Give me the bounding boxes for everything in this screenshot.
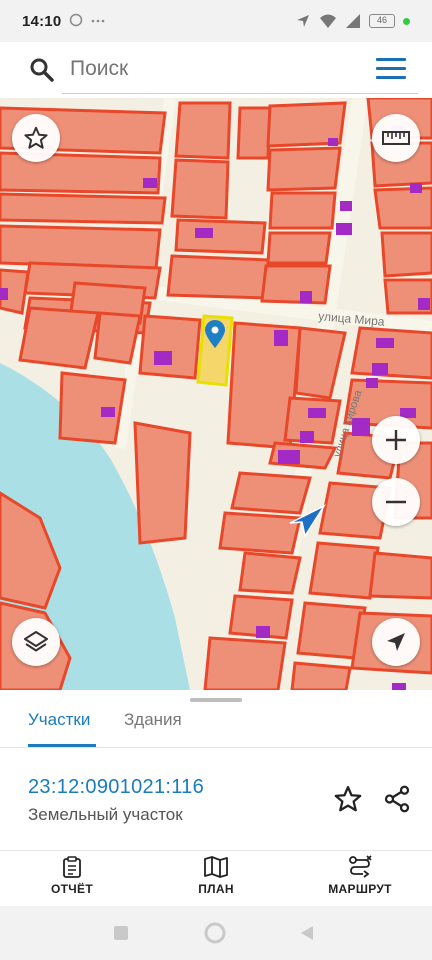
layers-icon [24, 631, 48, 652]
sheet-drag-handle[interactable] [190, 698, 242, 702]
search-icon[interactable] [18, 57, 66, 83]
status-notification-icons [69, 13, 109, 30]
my-location-icon [387, 633, 405, 651]
route-button[interactable]: МАРШРУТ [305, 855, 415, 896]
home-circle-icon[interactable] [203, 921, 227, 950]
parcel-cadastral-number[interactable]: 23:12:0901021:116 [28, 776, 204, 799]
search-input[interactable] [62, 44, 418, 94]
parcel-type: Земельный участок [28, 805, 183, 824]
zoom-in-icon [386, 430, 406, 450]
ruler-icon [382, 131, 410, 145]
report-clipboard-icon [63, 856, 81, 878]
status-right-icons: 46 [295, 13, 410, 29]
cadastral-map[interactable]: улица Мира улица Кирова [0, 98, 432, 690]
battery-icon: 46 [369, 14, 395, 28]
plan-label: ПЛАН [198, 882, 234, 896]
tab-buildings[interactable]: Здания [124, 710, 182, 730]
favorite-parcel-button[interactable] [333, 784, 363, 814]
zoom-out-icon [386, 500, 406, 504]
plan-button[interactable]: ПЛАН [161, 855, 271, 896]
status-dot [403, 17, 410, 25]
report-label: ОТЧЁТ [51, 882, 93, 896]
share-icon [384, 785, 410, 813]
whatsapp-icon [70, 13, 105, 26]
system-nav-bar [0, 906, 432, 960]
sheet-tabs: Участки Здания [0, 704, 432, 748]
recents-square-icon[interactable] [112, 924, 130, 947]
signal-icon [346, 14, 360, 28]
route-icon [349, 855, 372, 878]
back-triangle-icon[interactable] [298, 924, 316, 947]
status-time: 14:10 [22, 12, 62, 30]
favorite-star-button[interactable] [12, 114, 60, 162]
route-label: МАРШРУТ [328, 882, 392, 896]
active-tab-indicator [28, 744, 96, 747]
hamburger-menu-icon[interactable] [376, 58, 406, 80]
star-icon [334, 786, 362, 812]
search-bar [6, 44, 426, 96]
share-button[interactable] [382, 784, 412, 814]
wifi-icon [320, 14, 336, 28]
report-button[interactable]: ОТЧЁТ [17, 855, 127, 896]
location-arrow-icon [297, 15, 309, 27]
parcel-info-sheet: Участки Здания 23:12:0901021:116 Земельн… [0, 690, 432, 850]
favorite-star-icon [24, 126, 48, 149]
tab-parcels[interactable]: Участки [28, 710, 90, 730]
bottom-action-bar: ОТЧЁТ ПЛАН МАРШРУТ [0, 850, 432, 906]
layers-button[interactable] [12, 618, 60, 666]
status-bar: 14:10 46 [0, 0, 432, 42]
map-plan-icon [204, 856, 228, 878]
my-location-button[interactable] [372, 618, 420, 666]
app-screen: 14:10 46 Поиск улица Мира улица Кирова У… [0, 0, 432, 960]
map-canvas[interactable]: улица Мира улица Кирова [0, 98, 432, 690]
zoom-out-button[interactable] [372, 478, 420, 526]
ruler-button[interactable] [372, 114, 420, 162]
zoom-in-button[interactable] [372, 416, 420, 464]
